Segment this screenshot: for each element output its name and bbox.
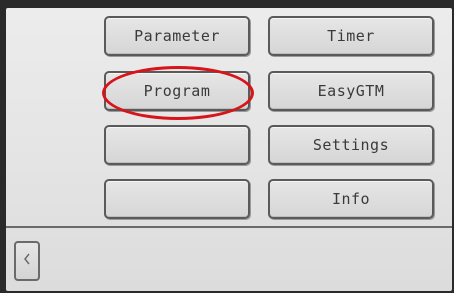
info-button-label: Info — [331, 190, 371, 208]
program-button-label: Program — [143, 82, 211, 100]
easygtm-button[interactable]: EasyGTM — [268, 71, 434, 111]
footer-divider — [6, 226, 452, 228]
easygtm-button-label: EasyGTM — [317, 82, 385, 100]
parameter-button[interactable]: Parameter — [104, 16, 250, 56]
parameter-button-label: Parameter — [134, 27, 220, 45]
back-button[interactable] — [14, 241, 40, 281]
touch-screen: Parameter Program Timer EasyGTM Settings… — [6, 8, 452, 291]
program-button[interactable]: Program — [104, 71, 250, 111]
empty-button-1[interactable] — [104, 125, 250, 165]
empty-button-2[interactable] — [104, 179, 250, 219]
timer-button[interactable]: Timer — [268, 16, 434, 56]
device-frame: Parameter Program Timer EasyGTM Settings… — [0, 0, 454, 293]
chevron-left-icon — [22, 252, 32, 271]
timer-button-label: Timer — [327, 27, 375, 45]
settings-button[interactable]: Settings — [268, 125, 434, 165]
settings-button-label: Settings — [312, 136, 390, 154]
info-button[interactable]: Info — [268, 179, 434, 219]
